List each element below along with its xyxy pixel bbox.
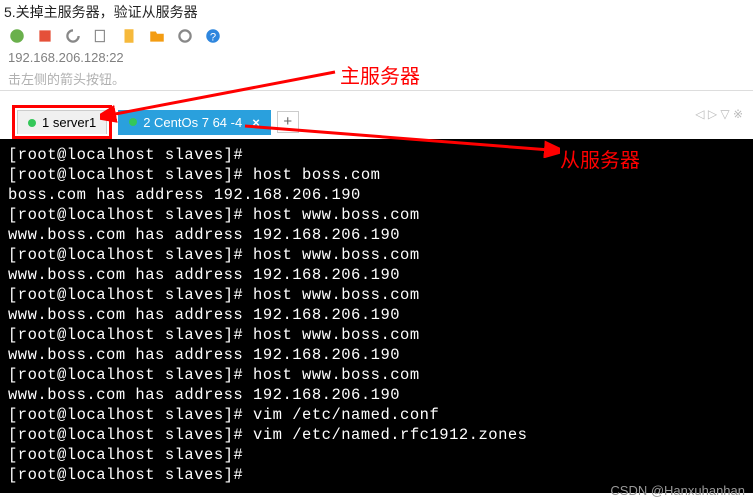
label-master: 主服务器: [340, 60, 420, 89]
terminal-line: [root@localhost slaves]#: [8, 445, 745, 465]
terminal-line: boss.com has address 192.168.206.190: [8, 185, 745, 205]
tab-bar: 1 server1 2 CentOs 7 64 -4 × + ◁ ▷ ▽ ※: [0, 91, 753, 139]
terminal-line: [root@localhost slaves]# host www.boss.c…: [8, 365, 745, 385]
add-tab-button[interactable]: +: [277, 111, 299, 133]
watermark: CSDN @Hanxuhanhan: [610, 483, 745, 498]
status-dot-icon: [28, 119, 36, 127]
tab-centos[interactable]: 2 CentOs 7 64 -4 ×: [118, 110, 271, 135]
svg-text:?: ?: [210, 32, 216, 44]
terminal-output[interactable]: [root@localhost slaves]#[root@localhost …: [0, 139, 753, 493]
tab-nav-icons[interactable]: ◁ ▷ ▽ ※: [695, 107, 743, 121]
terminal-line: [root@localhost slaves]# vim /etc/named.…: [8, 405, 745, 425]
paste-icon[interactable]: [120, 27, 138, 45]
terminal-line: [root@localhost slaves]#: [8, 465, 745, 485]
close-icon[interactable]: ×: [252, 115, 260, 130]
terminal-line: [root@localhost slaves]# host www.boss.c…: [8, 285, 745, 305]
tab-server1[interactable]: 1 server1: [17, 110, 107, 134]
terminal-line: [root@localhost slaves]# host www.boss.c…: [8, 205, 745, 225]
page-caption: 5.关掉主服务器，验证从服务器: [0, 0, 753, 24]
tab-label: 2 CentOs 7 64 -4: [143, 115, 242, 130]
terminal-line: [root@localhost slaves]# host www.boss.c…: [8, 325, 745, 345]
terminal-line: www.boss.com has address 192.168.206.190: [8, 345, 745, 365]
toolbar: ?: [0, 24, 753, 48]
terminal-line: www.boss.com has address 192.168.206.190: [8, 385, 745, 405]
status-dot-icon: [129, 118, 137, 126]
tab-label: 1 server1: [42, 115, 96, 130]
connect-icon[interactable]: [8, 27, 26, 45]
settings-icon[interactable]: [176, 27, 194, 45]
terminal-line: [root@localhost slaves]# vim /etc/named.…: [8, 425, 745, 445]
label-slave: 从服务器: [560, 144, 640, 173]
refresh-icon[interactable]: [64, 27, 82, 45]
disconnect-icon[interactable]: [36, 27, 54, 45]
terminal-line: www.boss.com has address 192.168.206.190: [8, 265, 745, 285]
terminal-line: www.boss.com has address 192.168.206.190: [8, 225, 745, 245]
folder-icon[interactable]: [148, 27, 166, 45]
tab-server1-highlight: 1 server1: [12, 105, 112, 139]
help-icon[interactable]: ?: [204, 27, 222, 45]
copy-icon[interactable]: [92, 27, 110, 45]
terminal-line: www.boss.com has address 192.168.206.190: [8, 305, 745, 325]
terminal-line: [root@localhost slaves]# host www.boss.c…: [8, 245, 745, 265]
